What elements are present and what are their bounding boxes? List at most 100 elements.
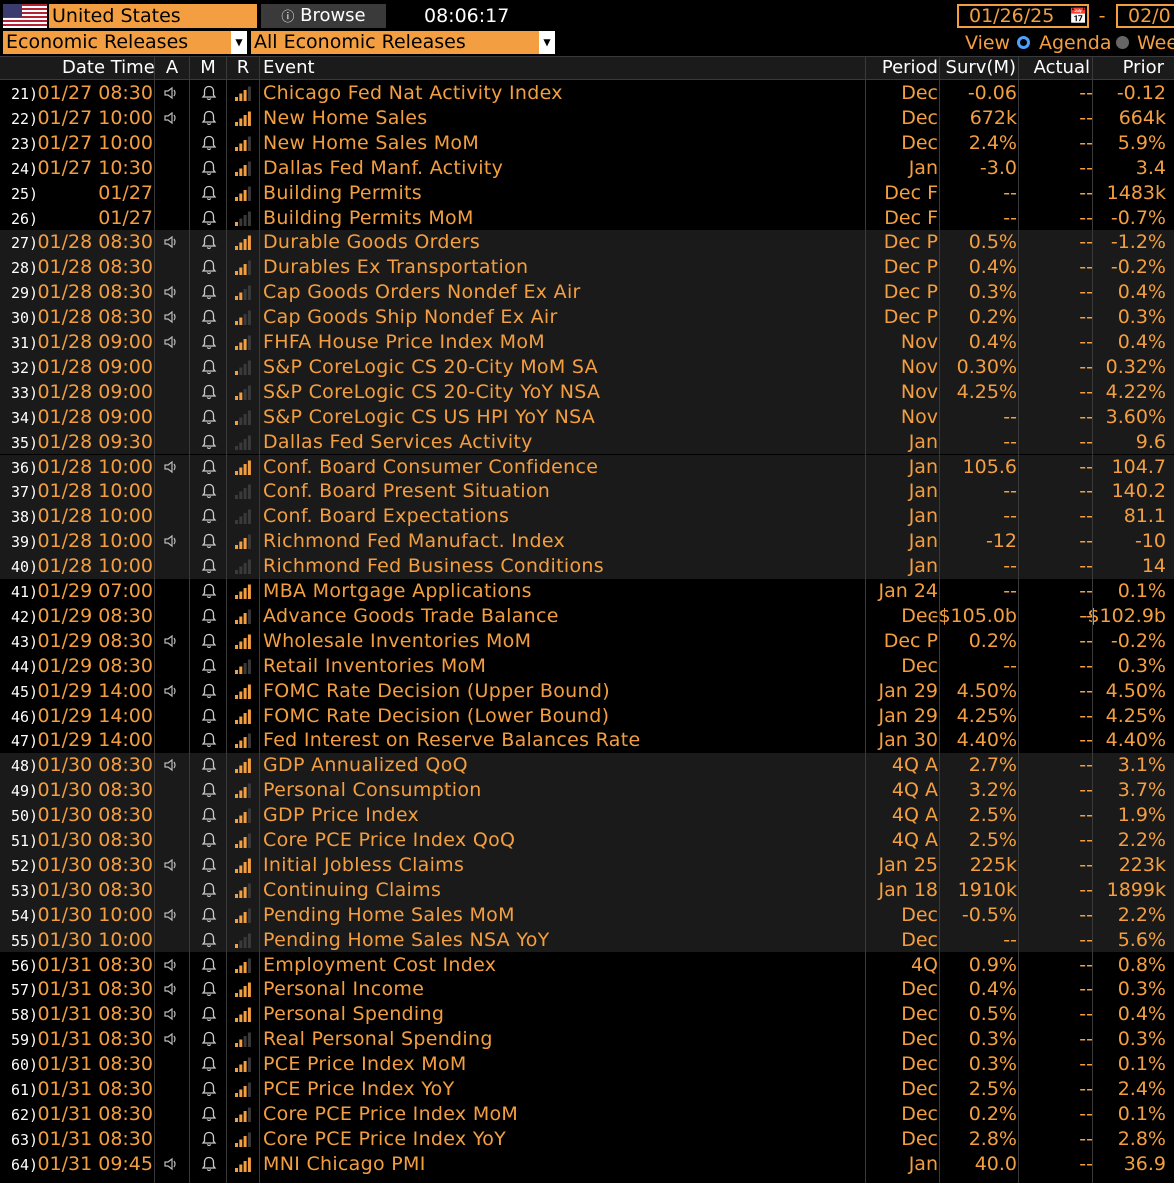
bell-icon[interactable] [200, 1130, 218, 1148]
table-row[interactable]: 32) 01/28 09:00 S&P CoreLogic CS 20-City M… [0, 354, 1174, 380]
table-row[interactable]: 33) 01/28 09:00 S&P CoreLogic CS 20-City Y… [0, 379, 1174, 405]
col-m[interactable]: M [190, 57, 226, 79]
event-name[interactable]: FOMC Rate Decision (Lower Bound) [263, 705, 609, 727]
bell-icon[interactable] [200, 682, 218, 700]
bell-icon[interactable] [200, 482, 218, 500]
event-name[interactable]: Conf. Board Consumer Confidence [263, 456, 598, 478]
bell-icon[interactable] [200, 607, 218, 625]
event-name[interactable]: Chicago Fed Nat Activity Index [263, 82, 563, 104]
table-row[interactable]: 42) 01/29 08:30 Advance Goods Trade Balanc… [0, 604, 1174, 629]
bell-icon[interactable] [200, 532, 218, 550]
event-name[interactable]: Richmond Fed Manufact. Index [263, 530, 565, 552]
event-name[interactable]: PCE Price Index YoY [263, 1078, 455, 1100]
table-row[interactable]: 48) 01/30 08:30 GDP Annualized QoQ 4Q A 2.7%… [0, 753, 1174, 779]
bell-icon[interactable] [200, 383, 218, 401]
table-row[interactable]: 23) 01/27 10:00 New Home Sales MoM Dec 2.4% -… [0, 131, 1174, 156]
week-radio[interactable] [1116, 36, 1129, 49]
table-row[interactable]: 44) 01/29 08:30 Retail Inventories MoM Dec -… [0, 654, 1174, 679]
bell-icon[interactable] [200, 707, 218, 725]
event-name[interactable]: MNI Chicago PMI [263, 1153, 426, 1175]
date-to-field[interactable]: 02/0 [1116, 4, 1174, 28]
speaker-icon[interactable] [163, 1157, 179, 1171]
event-name[interactable]: S&P CoreLogic CS US HPI YoY NSA [263, 406, 595, 428]
col-event[interactable]: Event [263, 57, 563, 79]
event-name[interactable]: Building Permits [263, 182, 422, 204]
bell-icon[interactable] [200, 109, 218, 127]
speaker-icon[interactable] [163, 758, 179, 772]
table-row[interactable]: 29) 01/28 08:30 Cap Goods Orders Nondef Ex… [0, 280, 1174, 306]
event-name[interactable]: Advance Goods Trade Balance [263, 605, 559, 627]
speaker-icon[interactable] [163, 460, 179, 474]
bell-icon[interactable] [200, 433, 218, 451]
table-row[interactable]: 47) 01/29 14:00 Fed Interest on Reserve Ba… [0, 728, 1174, 753]
bell-icon[interactable] [200, 184, 218, 202]
bell-icon[interactable] [200, 507, 218, 525]
event-name[interactable]: FHFA House Price Index MoM [263, 331, 545, 353]
bell-icon[interactable] [200, 956, 218, 974]
table-row[interactable]: 30) 01/28 08:30 Cap Goods Ship Nondef Ex A… [0, 305, 1174, 330]
table-row[interactable]: 57) 01/31 08:30 Personal Income Dec 0.4% -- 0.… [0, 977, 1174, 1002]
event-name[interactable]: S&P CoreLogic CS 20-City YoY NSA [263, 381, 600, 403]
table-row[interactable]: 64) 01/31 09:45 MNI Chicago PMI Jan 40.0 -- 36… [0, 1152, 1174, 1177]
bell-icon[interactable] [200, 333, 218, 351]
bell-icon[interactable] [200, 582, 218, 600]
filter-dropdown[interactable]: All Economic Releases [251, 31, 539, 54]
table-row[interactable]: 35) 01/28 09:30 Dallas Fed Services Activi… [0, 429, 1174, 455]
table-row[interactable]: 51) 01/30 08:30 Core PCE Price Index QoQ 4Q… [0, 828, 1174, 853]
event-name[interactable]: S&P CoreLogic CS 20-City MoM SA [263, 356, 598, 378]
speaker-icon[interactable] [163, 310, 179, 324]
speaker-icon[interactable] [163, 335, 179, 349]
speaker-icon[interactable] [163, 86, 179, 100]
table-row[interactable]: 27) 01/28 08:30 Durable Goods Orders Dec P 0… [0, 230, 1174, 256]
table-row[interactable]: 21) 01/27 08:30 Chicago Fed Nat Activity I… [0, 81, 1174, 106]
speaker-icon[interactable] [163, 1007, 179, 1021]
bell-icon[interactable] [200, 159, 218, 177]
event-name[interactable]: Dallas Fed Manf. Activity [263, 157, 503, 179]
bell-icon[interactable] [200, 557, 218, 575]
table-row[interactable]: 61) 01/31 08:30 PCE Price Index YoY Dec 2.5%… [0, 1077, 1174, 1102]
event-name[interactable]: Cap Goods Ship Nondef Ex Air [263, 306, 558, 328]
event-name[interactable]: New Home Sales [263, 107, 427, 129]
country-selector[interactable]: United States [49, 4, 257, 28]
event-name[interactable]: Conf. Board Present Situation [263, 480, 550, 502]
table-row[interactable]: 43) 01/29 08:30 Wholesale Inventories MoM D… [0, 629, 1174, 654]
chevron-down-icon[interactable]: ▼ [231, 31, 247, 54]
event-name[interactable]: Core PCE Price Index MoM [263, 1103, 518, 1125]
table-row[interactable]: 22) 01/27 10:00 New Home Sales Dec 672k -- 664… [0, 106, 1174, 131]
event-name[interactable]: GDP Annualized QoQ [263, 754, 468, 776]
event-name[interactable]: Retail Inventories MoM [263, 655, 486, 677]
table-row[interactable]: 36) 01/28 10:00 Conf. Board Consumer Confi… [0, 454, 1174, 480]
bell-icon[interactable] [200, 408, 218, 426]
event-name[interactable]: Real Personal Spending [263, 1028, 493, 1050]
speaker-icon[interactable] [163, 111, 179, 125]
bell-icon[interactable] [200, 756, 218, 774]
speaker-icon[interactable] [163, 235, 179, 249]
table-row[interactable]: 45) 01/29 14:00 FOMC Rate Decision (Upper … [0, 679, 1174, 704]
table-row[interactable]: 46) 01/29 14:00 FOMC Rate Decision (Lower … [0, 704, 1174, 729]
event-name[interactable]: Initial Jobless Claims [263, 854, 464, 876]
col-actual[interactable]: Actual [1019, 57, 1090, 79]
table-row[interactable]: 55) 01/30 10:00 Pending Home Sales NSA YoY… [0, 927, 1174, 953]
table-row[interactable]: 59) 01/31 08:30 Real Personal Spending Dec 0… [0, 1027, 1174, 1052]
bell-icon[interactable] [200, 84, 218, 102]
event-name[interactable]: Wholesale Inventories MoM [263, 630, 531, 652]
bell-icon[interactable] [200, 1030, 218, 1048]
table-row[interactable]: 34) 01/28 09:00 S&P CoreLogic CS US HPI Yo… [0, 404, 1174, 430]
event-name[interactable]: Pending Home Sales NSA YoY [263, 929, 550, 951]
event-name[interactable]: Personal Consumption [263, 779, 482, 801]
table-row[interactable]: 49) 01/30 08:30 Personal Consumption 4Q A 3.… [0, 778, 1174, 804]
event-name[interactable]: GDP Price Index [263, 804, 419, 826]
browse-button[interactable]: ⓘ Browse [261, 4, 386, 28]
speaker-icon[interactable] [163, 908, 179, 922]
bell-icon[interactable] [200, 1105, 218, 1123]
col-prior[interactable]: Prior [1093, 57, 1164, 79]
table-row[interactable]: 38) 01/28 10:00 Conf. Board Expectations Ja… [0, 504, 1174, 530]
table-row[interactable]: 28) 01/28 08:30 Durables Ex Transportation… [0, 255, 1174, 281]
speaker-icon[interactable] [163, 858, 179, 872]
event-name[interactable]: Core PCE Price Index QoQ [263, 829, 515, 851]
chevron-down-icon[interactable]: ▼ [539, 31, 555, 54]
bell-icon[interactable] [200, 931, 218, 949]
bell-icon[interactable] [200, 632, 218, 650]
speaker-icon[interactable] [163, 982, 179, 996]
table-row[interactable]: 54) 01/30 10:00 Pending Home Sales MoM Dec -… [0, 902, 1174, 928]
